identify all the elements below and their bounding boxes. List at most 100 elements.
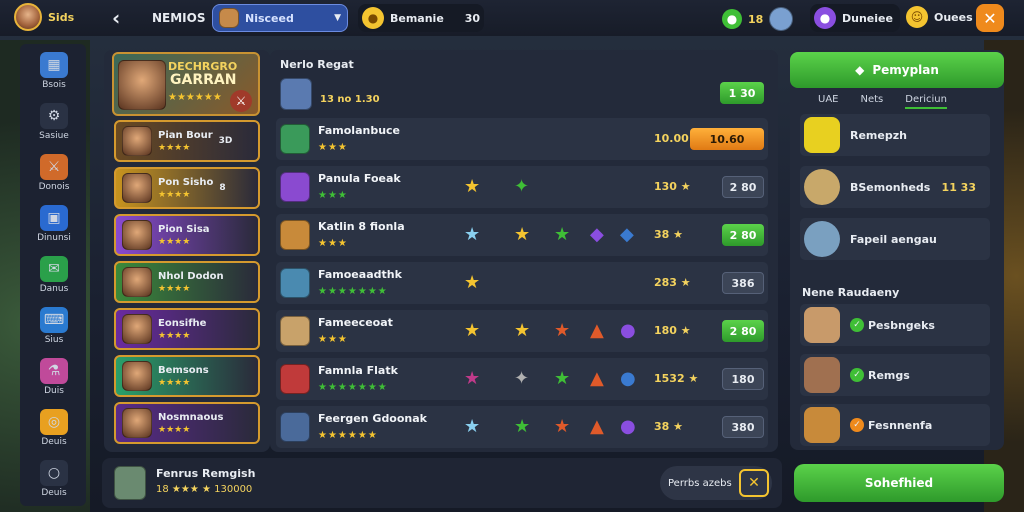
reward-icon: ★: [514, 416, 531, 437]
gem-value: 18: [748, 12, 764, 26]
player-badge[interactable]: Sids: [14, 3, 74, 31]
reward-icon: ★: [464, 176, 481, 197]
row-value: 130 ★: [654, 180, 691, 193]
row-action-button[interactable]: 2 80: [722, 224, 764, 246]
row-stars: ★★★: [318, 238, 348, 249]
hero-stars: ★★★★: [158, 377, 191, 388]
list-row[interactable]: Feergen Gdoonak ★★★★★★ ★ ★ ★ ▲ ● 38 ★ 380: [276, 406, 768, 448]
row-avatar: [280, 172, 310, 202]
reward-item[interactable]: BSemonheds 11 33: [800, 166, 990, 208]
row-value: 283 ★: [654, 276, 691, 289]
smiley-coin-icon: ☺: [906, 6, 928, 28]
selector-dropdown[interactable]: Nisceed ▼: [212, 4, 348, 32]
reward-value: 11 33: [941, 180, 976, 194]
reward-icon: ★: [514, 320, 531, 341]
reward-icon: ●: [620, 368, 636, 389]
reward-icon: ★: [554, 224, 571, 245]
hero-stars: ★★★★: [158, 330, 191, 341]
row-name: Katlin 8 fionla: [318, 220, 405, 233]
list-row[interactable]: Famoeaadthk ★★★★★★★ ★ 283 ★ 386: [276, 262, 768, 304]
bottom-right-label: Perrbs azebs: [668, 477, 732, 489]
row-action-button[interactable]: 10.60: [690, 128, 764, 150]
sidebar-item-label: Donois: [38, 182, 70, 192]
sidebar-item-6[interactable]: ⌨ Sius: [28, 307, 80, 355]
tab-uae[interactable]: UAE: [818, 94, 838, 109]
sidebar-item-3[interactable]: ⚔ Donois: [28, 154, 80, 202]
hero-stars: ★★★★: [158, 142, 191, 153]
list-title: Nerlo Regat: [280, 58, 354, 71]
sidebar-item-9[interactable]: ○ Deuis: [28, 460, 80, 508]
check-badge-icon: ✓: [850, 318, 864, 332]
hero-card[interactable]: Nosmnaous ★★★★: [114, 402, 260, 444]
list-header-button[interactable]: 1 30: [720, 82, 764, 104]
row-stars: ★★★: [318, 334, 348, 345]
sidebar-item-7[interactable]: ⚗ Duis: [28, 358, 80, 406]
section-item[interactable]: ✓ Fesnnenfa: [800, 404, 990, 446]
list-row[interactable]: Fameeceoat ★★★ ★ ★ ★ ▲ ● 180 ★ 2 80: [276, 310, 768, 352]
gem-counter: ● 18: [722, 7, 794, 31]
reward-icon: ★: [514, 224, 531, 245]
sidebar-item-5[interactable]: ✉ Danus: [28, 256, 80, 304]
list-row[interactable]: Katlin 8 fionla ★★★ ★ ★ ★ ◆ ◆ 38 ★ 2 80: [276, 214, 768, 256]
banner-action-icon[interactable]: ⚔: [230, 90, 252, 112]
row-action-button[interactable]: 2 80: [722, 320, 764, 342]
row-name: Famnla Flatk: [318, 364, 398, 377]
hero-card[interactable]: Pian Bour ★★★★ 3D: [114, 120, 260, 162]
close-button[interactable]: ✕: [976, 4, 1004, 32]
reward-name: BSemonheds: [850, 180, 931, 194]
hero-card[interactable]: Eonsifhe ★★★★: [114, 308, 260, 350]
row-name: Panula Foeak: [318, 172, 401, 185]
reward-icon: ✦: [514, 368, 530, 389]
close-icon[interactable]: ✕: [739, 469, 769, 497]
row-action-button[interactable]: 380: [722, 416, 764, 438]
hero-card[interactable]: Pon Sisho ★★★★ 8: [114, 167, 260, 209]
section-item[interactable]: ✓ Remgs: [800, 354, 990, 396]
row-value: 10.00: [654, 132, 689, 145]
sidebar-item-2[interactable]: ⚙ Sasiue: [28, 103, 80, 151]
row-avatar: [280, 268, 310, 298]
hero-name: Pon Sisho: [158, 176, 214, 188]
hero-name: Nosmnaous: [158, 411, 224, 423]
gold-label: Bemanie: [390, 11, 444, 25]
row-value: 38 ★: [654, 420, 683, 433]
section-item-label: Remgs: [868, 368, 910, 382]
section-item[interactable]: ✓ Pesbngeks: [800, 304, 990, 346]
sidebar-item-1[interactable]: ▦ Bsois: [28, 52, 80, 100]
bottom-toggle[interactable]: Perrbs azebs ✕: [660, 466, 772, 500]
reward-icon: ◆: [590, 224, 604, 245]
list-row[interactable]: Famnla Flatk ★★★★★★★ ★ ✦ ★ ▲ ● 1532 ★ 180: [276, 358, 768, 400]
loop-icon: ○: [40, 460, 68, 486]
reward-icon: ★: [464, 368, 481, 389]
row-action-button[interactable]: 386: [722, 272, 764, 294]
reward-item[interactable]: Fapeil aengau: [800, 218, 990, 260]
hero-extra: 3D: [218, 136, 233, 146]
tab-nets[interactable]: Nets: [860, 94, 883, 109]
list-row[interactable]: Famolanbuce ★★★ 10.00 10.60: [276, 118, 768, 160]
back-button[interactable]: ‹: [112, 6, 120, 30]
row-value: 180 ★: [654, 324, 691, 337]
reward-icon: ★: [464, 224, 481, 245]
pemyplan-label: Pemyplan: [872, 63, 939, 77]
list-row[interactable]: Panula Foeak ★★★ ★ ✦ 130 ★ 2 80: [276, 166, 768, 208]
confirm-button[interactable]: Sohefhied: [794, 464, 1004, 502]
sidebar-item-label: Deuis: [41, 488, 67, 498]
right-tabs: UAE Nets Dericiun: [818, 94, 947, 109]
row-stars: ★★★: [318, 190, 348, 201]
sidebar-item-label: Duis: [44, 386, 64, 396]
reward-icon: ▲: [590, 368, 604, 389]
sidebar-item-label: Dinunsi: [37, 233, 71, 243]
hero-card[interactable]: Nhol Dodon ★★★★: [114, 261, 260, 303]
row-action-button[interactable]: 180: [722, 368, 764, 390]
bottom-meta: 18 ★★★ ★ 130000: [156, 484, 253, 495]
reward-item[interactable]: Remepzh: [800, 114, 990, 156]
hero-card[interactable]: Bemsons ★★★★: [114, 355, 260, 397]
hero-card[interactable]: Pion Sisa ★★★★: [114, 214, 260, 256]
row-action-button[interactable]: 2 80: [722, 176, 764, 198]
banner-title-2: GARRAN: [170, 72, 237, 88]
reward-icon: ★: [464, 272, 481, 293]
sidebar-item-4[interactable]: ▣ Dinunsi: [28, 205, 80, 253]
sidebar-item-8[interactable]: ◎ Deuis: [28, 409, 80, 457]
selector-label: Nisceed: [245, 11, 294, 25]
pemyplan-button[interactable]: ◆ Pemyplan: [790, 52, 1004, 88]
tab-dericiun[interactable]: Dericiun: [905, 94, 947, 109]
